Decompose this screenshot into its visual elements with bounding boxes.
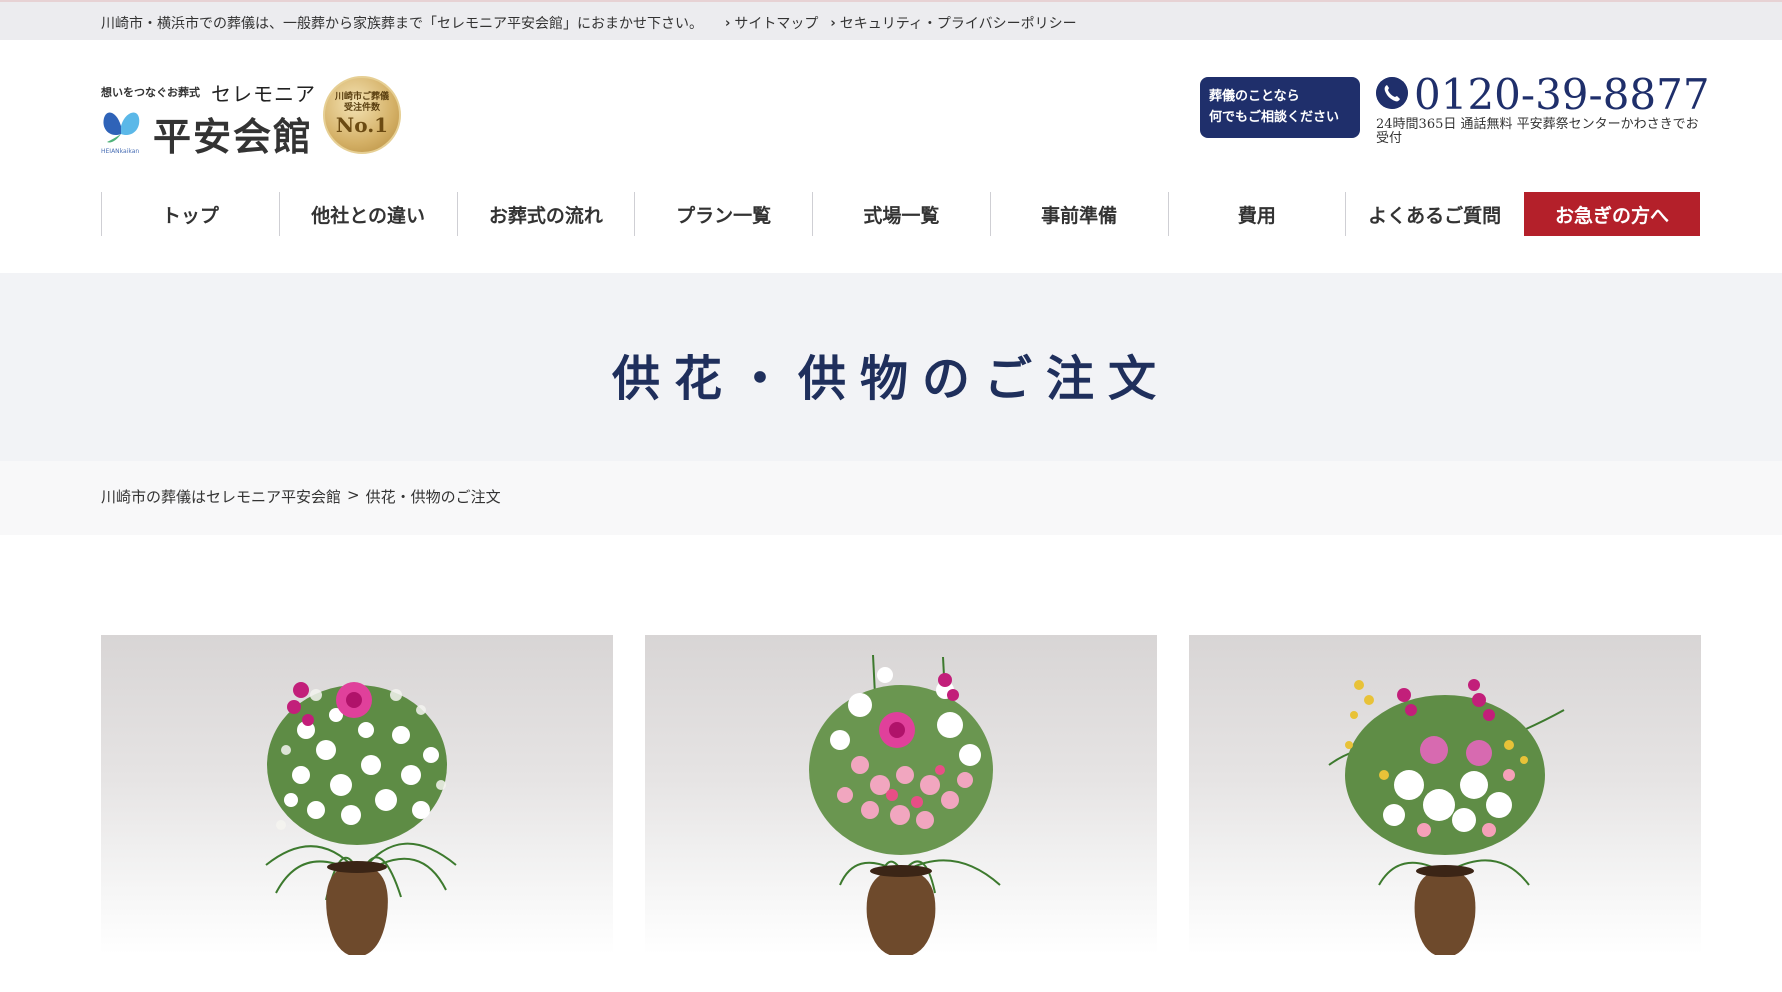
main-nav: トップ 他社との違い お葬式の流れ プラン一覧 式場一覧 事前準備 費用 よくあ… — [101, 192, 1701, 236]
flower-arrangement-image — [265, 682, 457, 955]
product-card[interactable] — [1189, 635, 1701, 955]
privacy-policy-link-label: セキュリティ・プライバシーポリシー — [839, 16, 1077, 32]
chevron-right-icon: › — [725, 15, 731, 31]
award-medal: 川崎市ご葬儀 受注件数 No.1 — [323, 76, 401, 154]
medal-line-1: 川崎市ご葬儀 — [334, 92, 389, 102]
phone-number[interactable]: 0120-39-8877 — [1414, 70, 1710, 119]
consult-line-1: 葬儀のことなら — [1209, 89, 1300, 104]
breadcrumb-current: 供花・供物のご注文 — [365, 488, 501, 506]
phone-icon — [1376, 77, 1408, 109]
nav-item-faq[interactable]: よくあるご質問 — [1345, 192, 1523, 236]
phone-note: 24時間365日 通話無料 平安葬祭センターかわさきでお受付 — [1376, 117, 1699, 146]
logo-tagline: 想いをつなぐお葬式 — [101, 86, 200, 99]
breadcrumb: 川崎市の葬儀はセレモニア平安会館 > 供花・供物のご注文 — [0, 461, 1782, 535]
site-logo[interactable]: 想いをつなぐお葬式 セレモニア 平安会館 HEIANkaikan 川崎市ご葬儀 … — [101, 76, 411, 159]
chevron-right-icon: › — [830, 15, 836, 31]
top-links: › サイトマップ › セキュリティ・プライバシーポリシー — [725, 13, 1077, 33]
urgent-button[interactable]: お急ぎの方へ — [1524, 192, 1700, 236]
breadcrumb-home-link[interactable]: 川崎市の葬儀はセレモニア平安会館 — [101, 486, 341, 507]
consult-badge: 葬儀のことなら 何でもご相談ください — [1200, 77, 1360, 138]
logo-brand-romaji: HEIANkaikan — [101, 148, 140, 155]
nav-item-plans[interactable]: プラン一覧 — [634, 192, 812, 236]
privacy-policy-link[interactable]: › セキュリティ・プライバシーポリシー — [830, 13, 1076, 33]
product-card[interactable] — [645, 635, 1157, 955]
nav-item-top[interactable]: トップ — [101, 192, 279, 236]
product-card[interactable] — [101, 635, 613, 955]
logo-brand: 平安会館 — [153, 114, 314, 159]
breadcrumb-separator: > — [347, 486, 360, 504]
page-title: 供花・供物のご注文 — [611, 351, 1170, 407]
nav-item-preparation[interactable]: 事前準備 — [989, 192, 1168, 236]
consult-line-2: 何でもご相談ください — [1209, 110, 1340, 125]
sitemap-link[interactable]: › サイトマップ — [725, 13, 818, 33]
nav-item-costs[interactable]: 費用 — [1167, 192, 1346, 236]
product-grid — [101, 635, 1702, 955]
logo-brand-small: セレモニア — [211, 82, 316, 106]
sitemap-link-label: サイトマップ — [734, 16, 819, 32]
top-notice: 川崎市・横浜市での葬儀は、一般葬から家族葬まで「セレモニア平安会館」におまかせ下… — [101, 16, 703, 32]
butterfly-logo-icon — [103, 112, 140, 143]
nav-item-funeral-flow[interactable]: お葬式の流れ — [456, 192, 635, 236]
flower-arrangement-image — [1328, 679, 1565, 955]
top-bar: 川崎市・横浜市での葬儀は、一般葬から家族葬まで「セレモニア平安会館」におまかせ下… — [0, 0, 1782, 40]
page-hero: 供花・供物のご注文 — [0, 273, 1782, 461]
flower-arrangement-image — [809, 654, 1001, 955]
nav-item-difference[interactable]: 他社との違い — [278, 192, 457, 236]
nav-item-venues[interactable]: 式場一覧 — [812, 192, 990, 236]
medal-line-3: No.1 — [335, 113, 389, 137]
